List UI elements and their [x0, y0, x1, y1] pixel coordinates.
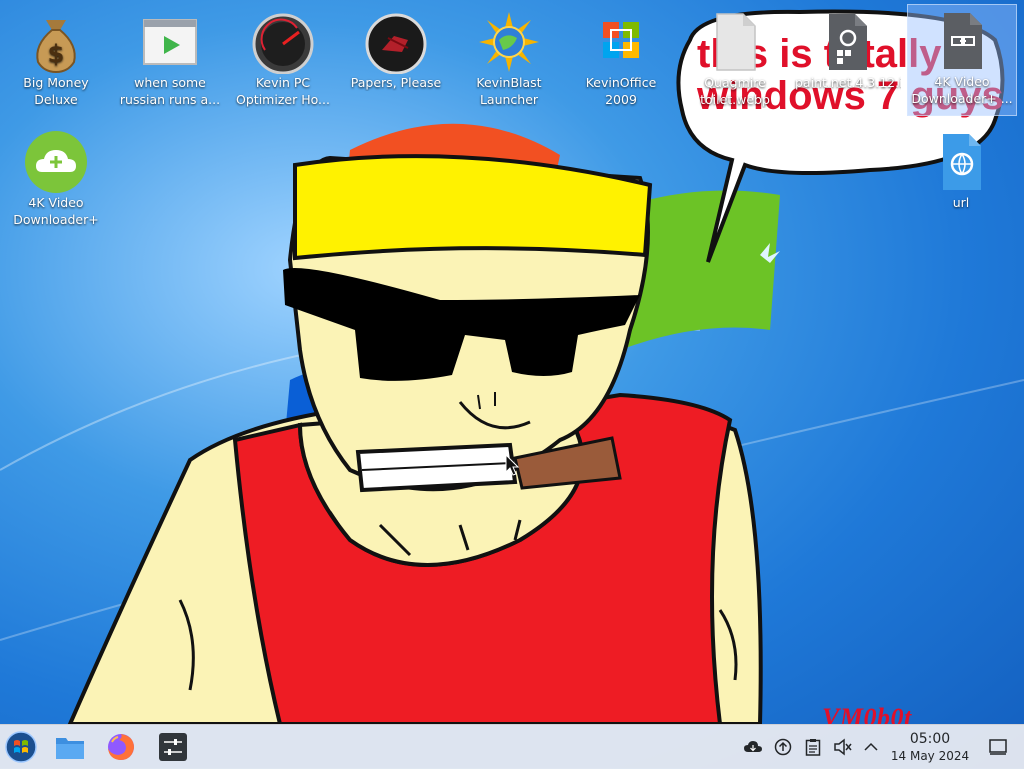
- desktop-icon-kevinoffice-2009[interactable]: KevinOffice 2009: [567, 6, 675, 108]
- desktop-icon-label: Big Money Deluxe: [23, 75, 89, 107]
- desktop-icon-url[interactable]: url: [907, 126, 1015, 211]
- sun-globe-icon: [479, 12, 539, 72]
- money-bag-icon: $: [36, 20, 76, 74]
- desktop-icon-label: paint.net.4.3.12.install.x64.exe: [795, 75, 901, 90]
- desktop-icon-4k-video-downloader[interactable]: 4K Video Downloader+: [2, 126, 110, 228]
- desktop-icon-paint-net-installer[interactable]: paint.net.4.3.12.install.x64.exe: [793, 6, 901, 91]
- cloud-download-icon: [25, 131, 87, 193]
- volume-muted-icon: [834, 738, 852, 756]
- start-button[interactable]: [4, 731, 38, 763]
- tray-updates[interactable]: [773, 737, 793, 757]
- taskbar-system-settings[interactable]: [156, 731, 190, 763]
- mouse-cursor-icon: [505, 454, 519, 476]
- taskbar: 05:00 14 May 2024: [0, 724, 1024, 769]
- updates-icon: [774, 738, 792, 756]
- papers-please-icon: [365, 13, 427, 74]
- executable-file-icon: [829, 14, 867, 70]
- folder-icon: [56, 738, 84, 759]
- tray-cloud-sync[interactable]: [743, 737, 763, 757]
- desktop-icon-label: KevinBlast Launcher: [476, 75, 542, 107]
- cloud-sync-icon: [744, 741, 762, 752]
- desktop-icon-label: url: [952, 195, 970, 210]
- desktop-icon-label: 4K Video Downloader+: [13, 195, 99, 227]
- chevron-up-icon: [864, 742, 878, 751]
- clipboard-icon: [805, 739, 821, 756]
- speedometer-icon: [252, 13, 314, 74]
- desktop-icon-label: KevinOffice 2009: [585, 75, 657, 107]
- desktop-icon-quagmire-toilet[interactable]: Quagmire toilet.webp: [681, 6, 789, 108]
- desktop-icon-kevinblast-launcher[interactable]: KevinBlast Launcher: [455, 6, 563, 108]
- tray-clipboard[interactable]: [803, 737, 823, 757]
- clock-time: 05:00: [909, 731, 951, 747]
- video-play-icon: [143, 19, 197, 65]
- desktop-icon-4k-video-downloader-shortcut[interactable]: 4K Video Downloader+ ...: [907, 4, 1017, 116]
- sliders-icon: [159, 733, 187, 761]
- clock-date: 14 May 2024: [890, 749, 970, 763]
- taskbar-firefox[interactable]: [104, 731, 138, 763]
- tray-volume[interactable]: [833, 737, 853, 757]
- show-desktop-button[interactable]: [988, 737, 1008, 757]
- desktop-icon-label: Kevin PC Optimizer Ho...: [236, 75, 330, 107]
- desktop-icon-label: when some russian runs a...: [119, 75, 221, 107]
- desktop-icon-big-money-deluxe[interactable]: $ Big Money Deluxe: [2, 6, 110, 108]
- taskbar-clock[interactable]: 05:00 14 May 2024: [884, 730, 976, 764]
- desktop-icon-papers-please[interactable]: Papers, Please: [342, 6, 450, 91]
- desktop-icon-kevin-pc-optimizer[interactable]: Kevin PC Optimizer Ho...: [229, 6, 337, 108]
- desktop-icon-russian-video[interactable]: when some russian runs a...: [116, 6, 224, 108]
- office-logo-icon: [603, 22, 639, 58]
- firefox-icon: [108, 734, 134, 760]
- desktop-icon-label: 4K Video Downloader+ ...: [911, 74, 1013, 106]
- show-desktop-icon: [989, 739, 1007, 755]
- image-file-icon: [716, 13, 756, 71]
- taskbar-file-manager[interactable]: [53, 731, 87, 763]
- windows-7-start-orb-icon: [5, 731, 37, 763]
- desktop-icon-label: Quagmire toilet.webp: [700, 75, 770, 107]
- desktop-icon-label: Papers, Please: [350, 75, 442, 90]
- web-link-file-icon: [943, 134, 981, 190]
- svg-text:$: $: [48, 40, 65, 68]
- shortcut-file-icon: [944, 13, 982, 69]
- tray-expand[interactable]: [861, 737, 881, 757]
